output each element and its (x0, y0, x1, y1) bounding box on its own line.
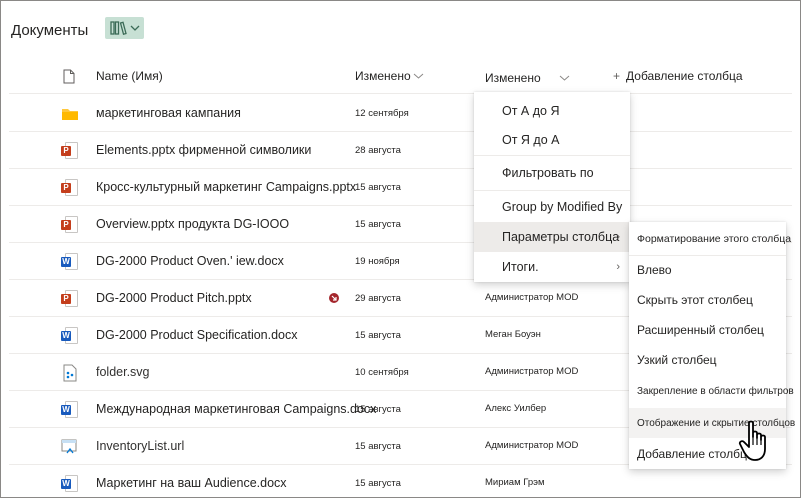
modified-date: 15 августа (355, 182, 401, 193)
chevron-right-icon: › (616, 261, 620, 273)
modified-date: 19 ноября (355, 256, 400, 267)
modified-date: 15 августа (355, 219, 401, 230)
file-name[interactable]: Кросс-культурный маркетинг Campaigns.ppt… (96, 180, 356, 194)
library-icon (109, 21, 127, 35)
modified-by: Администратор MOD (485, 440, 579, 451)
submenu-item-pin-to-filters[interactable]: Закрепление в области фильтров (629, 376, 794, 406)
modified-date: 12 сентября (355, 108, 409, 119)
table-row[interactable]: W Маркетинг на ваш Audience.docx 15 авгу… (9, 465, 792, 498)
file-name[interactable]: DG-2000 Product Pitch.pptx (96, 291, 252, 305)
file-name[interactable]: InventoryList.url (96, 439, 184, 453)
chevron-right-icon: › (616, 231, 620, 243)
modified-date: 10 сентября (355, 367, 409, 378)
alert-status-icon[interactable] (329, 293, 339, 303)
menu-item-sort-a-z[interactable]: От А до Я (474, 94, 630, 127)
powerpoint-file-icon: P (61, 179, 79, 197)
submenu-item-format-column[interactable]: Форматирование этого столбца (629, 224, 791, 254)
menu-divider (474, 190, 630, 191)
modified-date: 15 августа (355, 330, 401, 341)
file-name[interactable]: DG-2000 Product Specification.docx (96, 328, 298, 342)
page-title: Документы (11, 21, 89, 39)
menu-item-group-by[interactable]: Group by Modified By (474, 192, 630, 222)
word-file-icon: W (61, 401, 79, 419)
table-row[interactable]: P Elements.pptx фирменной символики 28 а… (9, 132, 792, 169)
menu-item-filter-by[interactable]: Фильтровать по (474, 158, 630, 188)
table-row[interactable]: маркетинговая кампания 12 сентября (9, 95, 792, 132)
column-header-name[interactable]: Name (Имя) (96, 67, 163, 85)
chevron-down-icon (413, 73, 423, 79)
menu-item-sort-z-a[interactable]: От Я до А (474, 125, 630, 155)
header-divider (9, 93, 792, 94)
submenu-item-hide-column[interactable]: Скрыть этот столбец (629, 285, 786, 315)
word-file-icon: W (61, 327, 79, 345)
hand-cursor-icon (738, 420, 766, 461)
file-name[interactable]: Overview.pptx продукта DG-IOOO (96, 217, 289, 231)
plus-icon: + (613, 69, 621, 83)
svg-file-icon (63, 364, 77, 382)
column-header-modified-by[interactable]: Изменено (485, 69, 570, 87)
url-file-icon (61, 439, 77, 454)
document-icon (63, 69, 75, 83)
powerpoint-file-icon: P (61, 216, 79, 234)
column-context-menu: От А до Я От Я до А Фильтровать по Group… (474, 92, 630, 282)
file-name[interactable]: DG-2000 Product Oven.' iew.docx (96, 254, 284, 268)
menu-divider (474, 155, 630, 156)
submenu-item-wide-column[interactable]: Расширенный столбец (629, 315, 786, 345)
file-type-header-icon[interactable] (63, 67, 75, 85)
file-name[interactable]: Маркетинг на ваш Audience.docx (96, 476, 287, 490)
file-name[interactable]: маркетинговая кампания (96, 106, 241, 120)
menu-item-totals[interactable]: Итоги. › (474, 252, 630, 282)
chevron-down-icon (130, 25, 139, 31)
powerpoint-file-icon: P (61, 290, 79, 308)
modified-by: Меган Боуэн (485, 329, 541, 340)
modified-date: 15 августа (355, 404, 401, 415)
modified-by: Алекс Уилбер (485, 403, 547, 414)
submenu-item-narrow-column[interactable]: Узкий столбец (629, 345, 786, 375)
powerpoint-file-icon: P (61, 142, 79, 160)
menu-item-column-settings[interactable]: Параметры столбца › (474, 222, 630, 252)
folder-icon (62, 109, 78, 120)
table-row[interactable]: P Кросс-культурный маркетинг Campaigns.p… (9, 169, 792, 206)
library-header: Документы (11, 19, 88, 41)
modified-date: 15 августа (355, 478, 401, 489)
modified-by: Мириам Грэм (485, 477, 545, 488)
word-file-icon: W (61, 253, 79, 271)
view-switcher-button[interactable] (105, 17, 144, 39)
file-name[interactable]: folder.svg (96, 365, 150, 379)
file-name[interactable]: Elements.pptx фирменной символики (96, 143, 311, 157)
chevron-down-icon (559, 75, 569, 81)
modified-date: 15 августа (355, 441, 401, 452)
modified-date: 28 августа (355, 145, 401, 156)
word-file-icon: W (61, 475, 79, 493)
column-header-modified[interactable]: Изменено (355, 67, 424, 85)
modified-by: Администратор MOD (485, 366, 579, 377)
add-column-header[interactable]: + Добавление столбца (613, 67, 743, 85)
submenu-item-move-left[interactable]: Влево (629, 255, 786, 285)
modified-date: 29 августа (355, 293, 401, 304)
file-name[interactable]: Международная маркетинговая Campaigns.do… (96, 402, 376, 416)
modified-by: Администратор MOD (485, 292, 579, 303)
